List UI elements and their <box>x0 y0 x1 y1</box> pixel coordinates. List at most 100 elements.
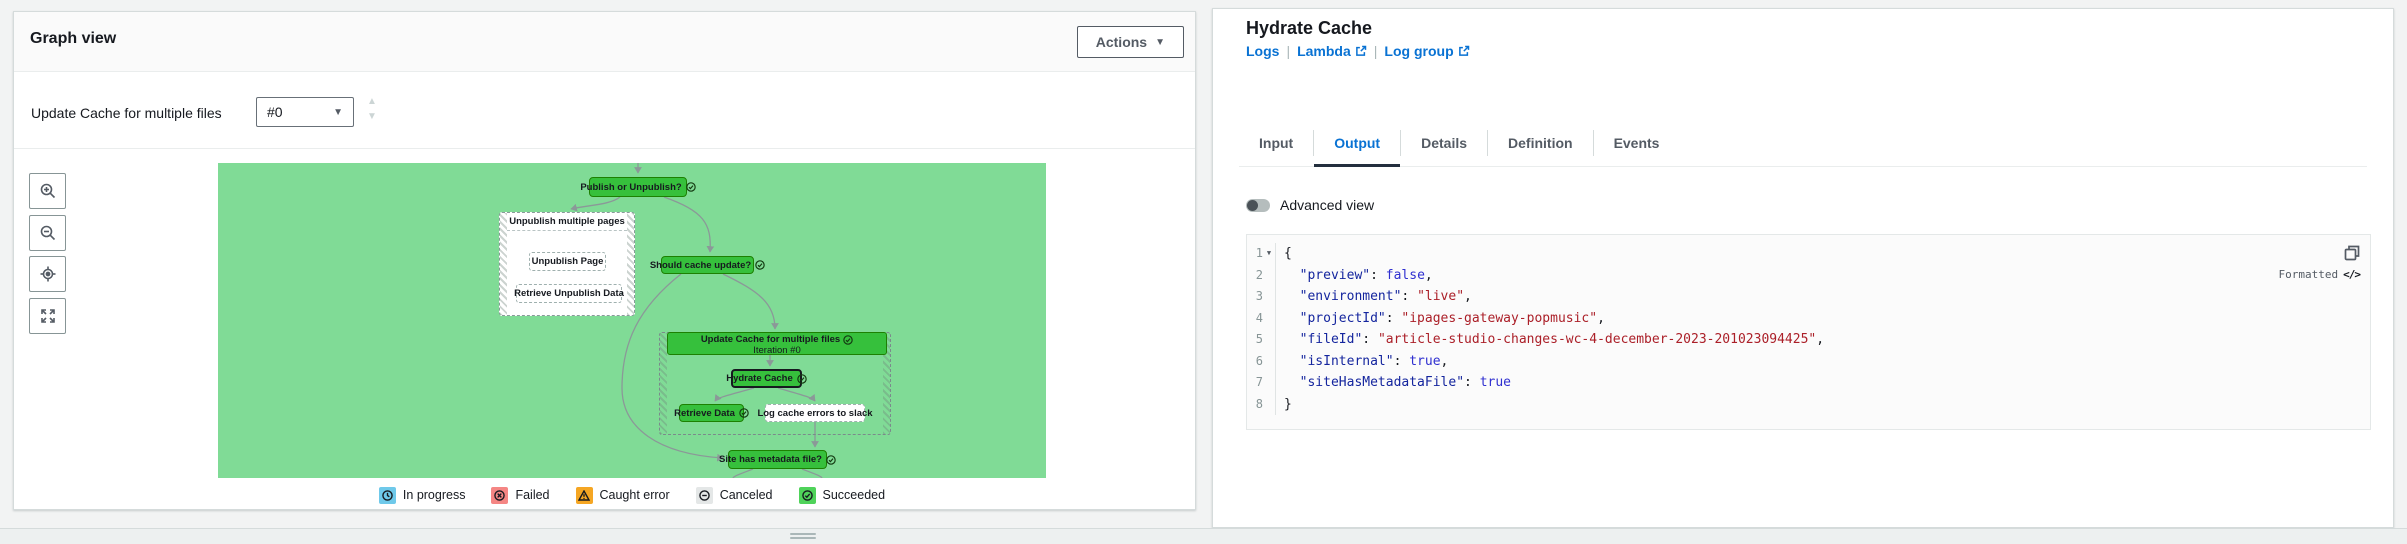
node-should-cache-update[interactable]: Should cache update? <box>661 256 754 274</box>
zoom-out-button[interactable] <box>29 215 66 251</box>
legend-label: In progress <box>403 488 466 502</box>
node-retrieve-data[interactable]: Retrieve Data <box>679 404 744 422</box>
expand-icon <box>40 308 56 324</box>
footer-strip <box>0 529 2407 544</box>
tab-definition[interactable]: Definition <box>1488 135 1593 167</box>
check-circle-icon <box>799 487 816 504</box>
node-unpublish-page[interactable]: Unpublish Page <box>529 252 606 271</box>
tab-output[interactable]: Output <box>1314 135 1400 167</box>
zoom-in-button[interactable] <box>29 173 66 209</box>
code-line: 7 "siteHasMetadataFile": true <box>1247 372 2370 394</box>
legend-item: Succeeded <box>799 487 886 504</box>
state-details-panel: Hydrate Cache Logs | Lambda | Log group … <box>1212 8 2394 528</box>
iteration-step-down-icon[interactable]: ▼ <box>367 112 377 122</box>
page-title: Graph view <box>30 30 116 48</box>
line-number: 3 <box>1247 286 1263 308</box>
hatch-edge <box>627 213 634 315</box>
code-text: } <box>1275 394 2370 416</box>
line-number: 5 <box>1247 329 1263 351</box>
code-line: 8} <box>1247 394 2370 416</box>
fold-spacer <box>1263 372 1275 394</box>
link-separator: | <box>1374 43 1378 59</box>
external-link-icon <box>1355 45 1367 57</box>
line-number: 2 <box>1247 265 1263 287</box>
code-lines: 1▼{2 "preview": false,3 "environment": "… <box>1247 243 2370 415</box>
legend-label: Canceled <box>720 488 773 502</box>
fold-spacer <box>1263 286 1275 308</box>
code-glyph-icon[interactable]: </> <box>2343 268 2360 281</box>
code-line: 6 "isInternal": true, <box>1247 351 2370 373</box>
fold-spacer <box>1263 329 1275 351</box>
tab-details[interactable]: Details <box>1401 135 1487 167</box>
node-publish-or-unpublish[interactable]: Publish or Unpublish? <box>589 177 687 197</box>
node-update-cache-map[interactable]: Update Cache for multiple files Iteratio… <box>667 332 887 355</box>
iteration-label: Update Cache for multiple files <box>31 105 222 121</box>
line-number: 1 <box>1247 243 1263 265</box>
check-circle-icon <box>826 455 836 465</box>
caret-down-icon: ▼ <box>333 107 343 118</box>
legend-item: Failed <box>491 487 549 504</box>
status-legend: In progress Failed Caught error Canceled Suc… <box>218 482 1046 508</box>
split-panel-drag-handle[interactable] <box>790 533 816 541</box>
external-link-icon <box>1458 45 1470 57</box>
code-line: 3 "environment": "live", <box>1247 286 2370 308</box>
legend-label: Succeeded <box>823 488 886 502</box>
zoom-in-icon <box>39 182 57 200</box>
check-circle-icon <box>843 335 853 345</box>
iteration-step-up-icon[interactable]: ▲ <box>367 97 377 107</box>
node-hydrate-cache[interactable]: Hydrate Cache <box>731 369 802 388</box>
workflow-graph-canvas[interactable]: Unpublish multiple pages Unpublish Page … <box>218 163 1046 478</box>
hatch-edge <box>660 333 667 434</box>
lambda-link[interactable]: Lambda <box>1297 43 1367 59</box>
code-text: "projectId": "ipages-gateway-popmusic", <box>1275 308 2370 330</box>
fold-spacer <box>1263 308 1275 330</box>
copy-icon <box>2344 245 2360 261</box>
code-text: "siteHasMetadataFile": true <box>1275 372 2370 394</box>
node-retrieve-unpublish-data[interactable]: Retrieve Unpublish Data <box>516 284 622 303</box>
legend-item: Canceled <box>696 487 773 504</box>
minus-circle-icon <box>696 487 713 504</box>
actions-button[interactable]: Actions ▼ <box>1077 26 1184 58</box>
legend-label: Failed <box>515 488 549 502</box>
node-log-cache-errors[interactable]: Log cache errors to slack <box>765 404 865 422</box>
center-graph-button[interactable] <box>29 256 66 292</box>
line-number: 8 <box>1247 394 1263 416</box>
tab-events[interactable]: Events <box>1594 135 1680 167</box>
tabs: InputOutputDetailsDefinitionEvents <box>1239 119 2367 167</box>
legend-item: In progress <box>379 487 466 504</box>
graph-edges <box>218 163 1046 478</box>
graph-view-panel: Graph view Actions ▼ Update Cache for mu… <box>13 11 1196 510</box>
zoom-out-icon <box>39 224 57 242</box>
fullscreen-button[interactable] <box>29 298 66 334</box>
iteration-select[interactable]: #0 ▼ <box>256 97 354 127</box>
line-number: 6 <box>1247 351 1263 373</box>
code-text: "preview": false, <box>1275 265 2370 287</box>
line-number: 7 <box>1247 372 1263 394</box>
state-links: Logs | Lambda | Log group <box>1246 43 1470 59</box>
legend-label: Caught error <box>600 488 670 502</box>
copy-button[interactable] <box>2344 245 2360 265</box>
crosshair-icon <box>39 265 57 283</box>
advanced-view-toggle[interactable] <box>1246 199 1270 212</box>
state-title: Hydrate Cache <box>1246 18 1372 39</box>
unpublish-group-title: Unpublish multiple pages <box>507 213 627 231</box>
check-circle-icon <box>739 408 749 418</box>
link-separator: | <box>1286 43 1290 59</box>
logs-link[interactable]: Logs <box>1246 43 1279 59</box>
output-code-editor: 1▼{2 "preview": false,3 "environment": "… <box>1246 234 2371 430</box>
formatted-row: Formatted </> <box>2279 268 2360 281</box>
clock-icon <box>379 487 396 504</box>
code-text: "fileId": "article-studio-changes-wc-4-d… <box>1275 329 2370 351</box>
line-number: 4 <box>1247 308 1263 330</box>
warning-triangle-icon <box>576 487 593 504</box>
node-site-has-metadata[interactable]: Site has metadata file? <box>728 450 827 469</box>
log-group-link[interactable]: Log group <box>1384 43 1469 59</box>
code-line: 2 "preview": false, <box>1247 265 2370 287</box>
fold-spacer <box>1263 351 1275 373</box>
fold-arrow-icon[interactable]: ▼ <box>1263 243 1275 265</box>
advanced-view-label: Advanced view <box>1280 197 1374 213</box>
hatch-edge <box>500 213 507 315</box>
legend-item: Caught error <box>576 487 670 504</box>
cross-circle-icon <box>491 487 508 504</box>
tab-input[interactable]: Input <box>1239 135 1313 167</box>
